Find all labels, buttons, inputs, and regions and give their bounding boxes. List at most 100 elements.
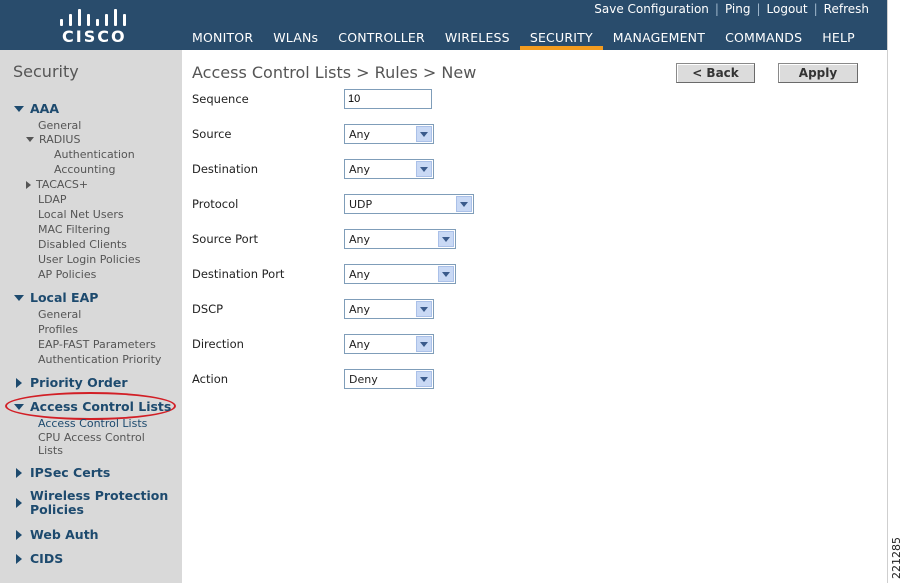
tab-commands[interactable]: COMMANDS [715,28,812,50]
sidebar-item-radius[interactable]: RADIUS [26,133,80,146]
sidebar-item-access-control-lists[interactable]: Access Control Lists [38,417,147,430]
sequence-label: Sequence [192,92,249,106]
tab-management[interactable]: MANAGEMENT [603,28,715,50]
sidebar-section-priority-order[interactable]: Priority Order [14,375,128,390]
protocol-label: Protocol [192,197,239,211]
tab-wireless[interactable]: WIRELESS [435,28,520,50]
sidebar-item-tacacs[interactable]: TACACS+ [26,178,88,191]
chevron-down-icon[interactable] [438,266,454,282]
sidebar-section-local-eap[interactable]: Local EAP [14,290,98,305]
sidebar-item-ap-policies[interactable]: AP Policies [38,268,96,281]
sidebar-item-authentication[interactable]: Authentication [54,148,135,161]
protocol-select[interactable]: UDP [344,194,474,214]
sidebar-item-general[interactable]: General [38,119,81,132]
chevron-down-icon[interactable] [416,371,432,387]
cisco-logo-bars-icon [58,4,128,26]
select-value: Any [349,302,371,316]
sidebar-item-label: RADIUS [39,133,81,146]
tab-security[interactable]: SECURITY [519,28,603,50]
sidebar-item-accounting[interactable]: Accounting [54,163,115,176]
header-bar: CISCO Save Configuration | Ping | Logout… [0,0,887,50]
select-value: Any [349,127,371,141]
chevron-down-icon[interactable] [416,336,432,352]
sidebar-section-access-control-lists[interactable]: Access Control Lists [14,399,171,414]
sidebar-section-label-line2: Policies [30,502,84,517]
destination-label: Destination [192,162,258,176]
direction-label: Direction [192,337,244,351]
collapsed-triangle-icon [26,180,31,189]
expanded-triangle-icon [14,294,24,301]
collapsed-triangle-icon [16,467,22,478]
figure-id: 221285 [890,537,903,579]
select-value: Any [349,232,371,246]
sidebar-item-cpu-access-control-lists[interactable]: Lists [38,444,63,457]
sidebar-section-label: Access Control Lists [30,399,172,414]
tab-controller[interactable]: CONTROLLER [328,28,435,50]
select-value: Any [349,337,371,351]
sidebar-section-wireless-protection-policies[interactable]: Wireless Protection Policies [14,489,168,517]
page-border [887,0,888,583]
chevron-down-icon[interactable] [416,126,432,142]
destination-port-select[interactable]: Any [344,264,456,284]
sidebar-item-label: TACACS+ [36,178,89,191]
sidebar-section-aaa[interactable]: AAA [14,101,59,116]
sidebar-section-label: IPSec Certs [30,465,111,480]
chevron-down-icon[interactable] [416,301,432,317]
source-port-label: Source Port [192,232,258,246]
sidebar-title: Security [13,62,79,81]
expanded-triangle-icon [14,105,24,112]
dscp-select[interactable]: Any [344,299,434,319]
sidebar-section-label: Wireless Protection Policies [30,489,168,517]
sidebar-item-cpu-access-control[interactable]: CPU Access Control [38,431,145,444]
utility-links: Save Configuration | Ping | Logout | Ref… [588,2,875,16]
select-value: UDP [349,197,373,211]
select-value: Any [349,267,371,281]
dscp-label: DSCP [192,302,224,316]
apply-button[interactable]: Apply [778,63,858,83]
chevron-down-icon[interactable] [438,231,454,247]
sidebar-item-ldap[interactable]: LDAP [38,193,67,206]
source-port-select[interactable]: Any [344,229,456,249]
source-label: Source [192,127,232,141]
source-select[interactable]: Any [344,124,434,144]
sidebar-section-label: Local EAP [30,290,99,305]
brand-name: CISCO [62,27,127,46]
sequence-input[interactable] [344,89,432,109]
sidebar-item-mac-filtering[interactable]: MAC Filtering [38,223,110,236]
chevron-down-icon[interactable] [416,161,432,177]
collapsed-triangle-icon [16,377,22,388]
tab-wlans[interactable]: WLANs [263,28,328,50]
tab-help[interactable]: HELP [812,28,865,50]
sidebar-section-label-line1: Wireless Protection [30,488,169,503]
sidebar-section-web-auth[interactable]: Web Auth [14,527,99,542]
sidebar-item-local-net-users[interactable]: Local Net Users [38,208,124,221]
ping-link[interactable]: Ping [719,2,757,16]
sidebar-item-eap-fast-parameters[interactable]: EAP-FAST Parameters [38,338,156,351]
sidebar-item-user-login-policies[interactable]: User Login Policies [38,253,140,266]
sidebar-section-label: Priority Order [30,375,128,390]
page-title: Access Control Lists > Rules > New [192,63,477,82]
sidebar-item-disabled-clients[interactable]: Disabled Clients [38,238,127,251]
collapsed-triangle-icon [16,498,22,508]
expanded-triangle-icon [14,403,24,410]
refresh-link[interactable]: Refresh [818,2,875,16]
sidebar-section-ipsec-certs[interactable]: IPSec Certs [14,465,110,480]
logout-link[interactable]: Logout [761,2,814,16]
main-nav: MONITOR WLANs CONTROLLER WIRELESS SECURI… [182,28,865,50]
sidebar: Security AAA General RADIUS Authenticati… [0,50,182,583]
chevron-down-icon[interactable] [456,196,472,212]
sidebar-section-cids[interactable]: CIDS [14,551,63,566]
save-configuration-link[interactable]: Save Configuration [588,2,715,16]
sidebar-item-profiles[interactable]: Profiles [38,323,78,336]
back-button[interactable]: < Back [676,63,755,83]
direction-select[interactable]: Any [344,334,434,354]
tab-monitor[interactable]: MONITOR [182,28,263,50]
action-select[interactable]: Deny [344,369,434,389]
destination-select[interactable]: Any [344,159,434,179]
sidebar-item-eap-general[interactable]: General [38,308,81,321]
collapsed-triangle-icon [16,529,22,540]
sidebar-section-label: AAA [30,101,60,116]
select-value: Deny [349,372,378,386]
destination-port-label: Destination Port [192,267,285,281]
sidebar-item-authentication-priority[interactable]: Authentication Priority [38,353,161,366]
